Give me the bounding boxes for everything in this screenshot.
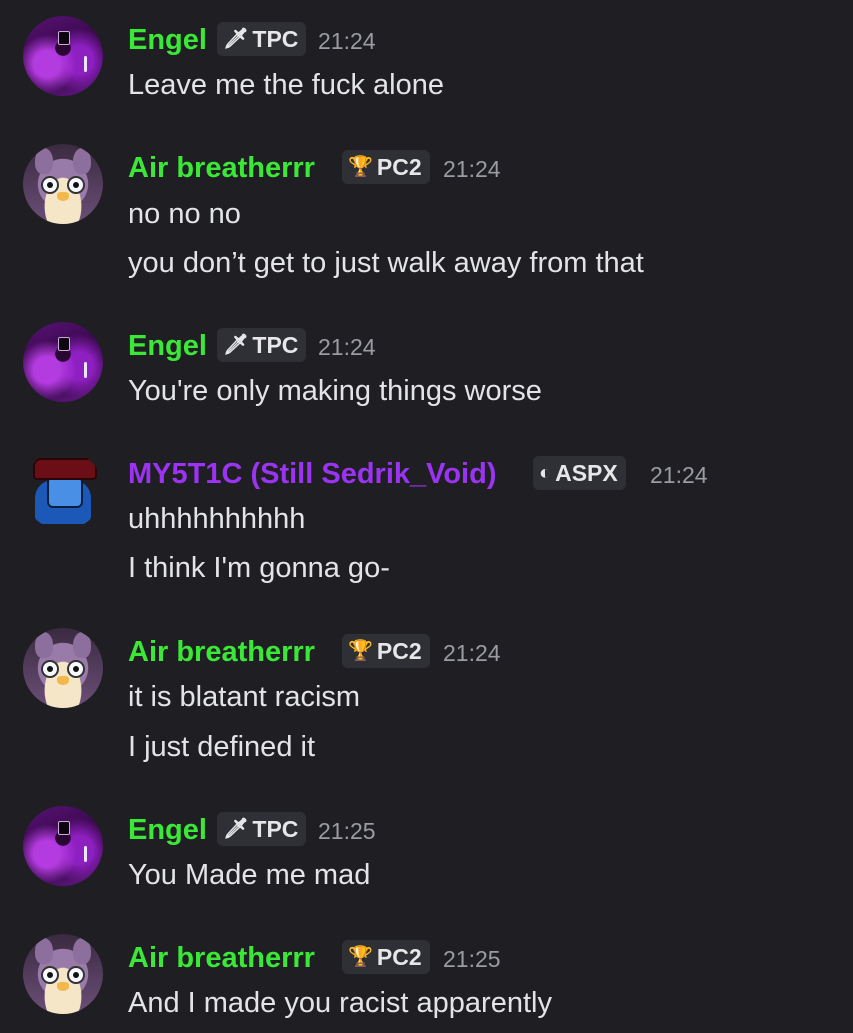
sword-icon: 🗡 [223,28,249,50]
sword-icon: 🗡 [223,818,249,840]
role-tag[interactable]: 🏆 PC2 [342,940,430,974]
author-name[interactable]: Engel [128,328,207,364]
timestamp: 21:24 [443,156,501,182]
role-tag[interactable]: 🏆 PC2 [342,634,430,668]
message-text: And I made you racist apparently [128,987,552,1019]
message-text: it is blatant racism [128,681,361,713]
timestamp: 21:24 [318,334,376,360]
role-tag[interactable]: 🗡 TPC [217,22,307,56]
author-name[interactable]: MY5T1C (Still Sedrik_Void) [128,456,496,492]
role-tag[interactable]: 🗡 TPC [217,812,307,846]
author-name[interactable]: Air breatherrr [128,150,315,186]
avatar[interactable] [23,450,103,530]
role-tag[interactable]: 🗡 TPC [217,328,307,362]
message-text: I think I'm gonna go- [128,552,390,584]
message-text: Leave me the fuck alone [128,69,444,101]
avatar[interactable] [23,16,103,96]
message-text: I just defined it [128,731,315,763]
author-name[interactable]: Air breatherrr [128,940,315,976]
message-text: uhhhhhhhhhh [128,503,306,535]
role-tag[interactable]: 🏆 PC2 [342,150,430,184]
author-name[interactable]: Engel [128,812,207,848]
timestamp: 21:25 [318,818,376,844]
avatar[interactable] [23,628,103,708]
avatar[interactable] [23,934,103,1014]
trophy-icon: 🏆 [348,156,373,178]
role-tag[interactable]: ◐ ASPX [533,456,626,490]
avatar[interactable] [23,144,103,224]
sword-icon: 🗡 [223,334,249,356]
timestamp: 21:24 [443,640,501,666]
timestamp: 21:24 [650,462,708,488]
trophy-icon: 🏆 [348,946,373,968]
timestamp: 21:24 [318,28,376,54]
author-name[interactable]: Air breatherrr [128,634,315,670]
avatar[interactable] [23,806,103,886]
trophy-icon: 🏆 [348,640,373,662]
avatar[interactable] [23,322,103,402]
message-text: no no no [128,198,241,230]
message-text: You Made me mad [128,859,371,891]
message-text: You're only making things worse [128,375,542,407]
message-text: you don’t get to just walk away from tha… [128,247,644,279]
author-name[interactable]: Engel [128,22,207,58]
moon-icon: ◐ [539,462,552,484]
timestamp: 21:25 [443,946,501,972]
